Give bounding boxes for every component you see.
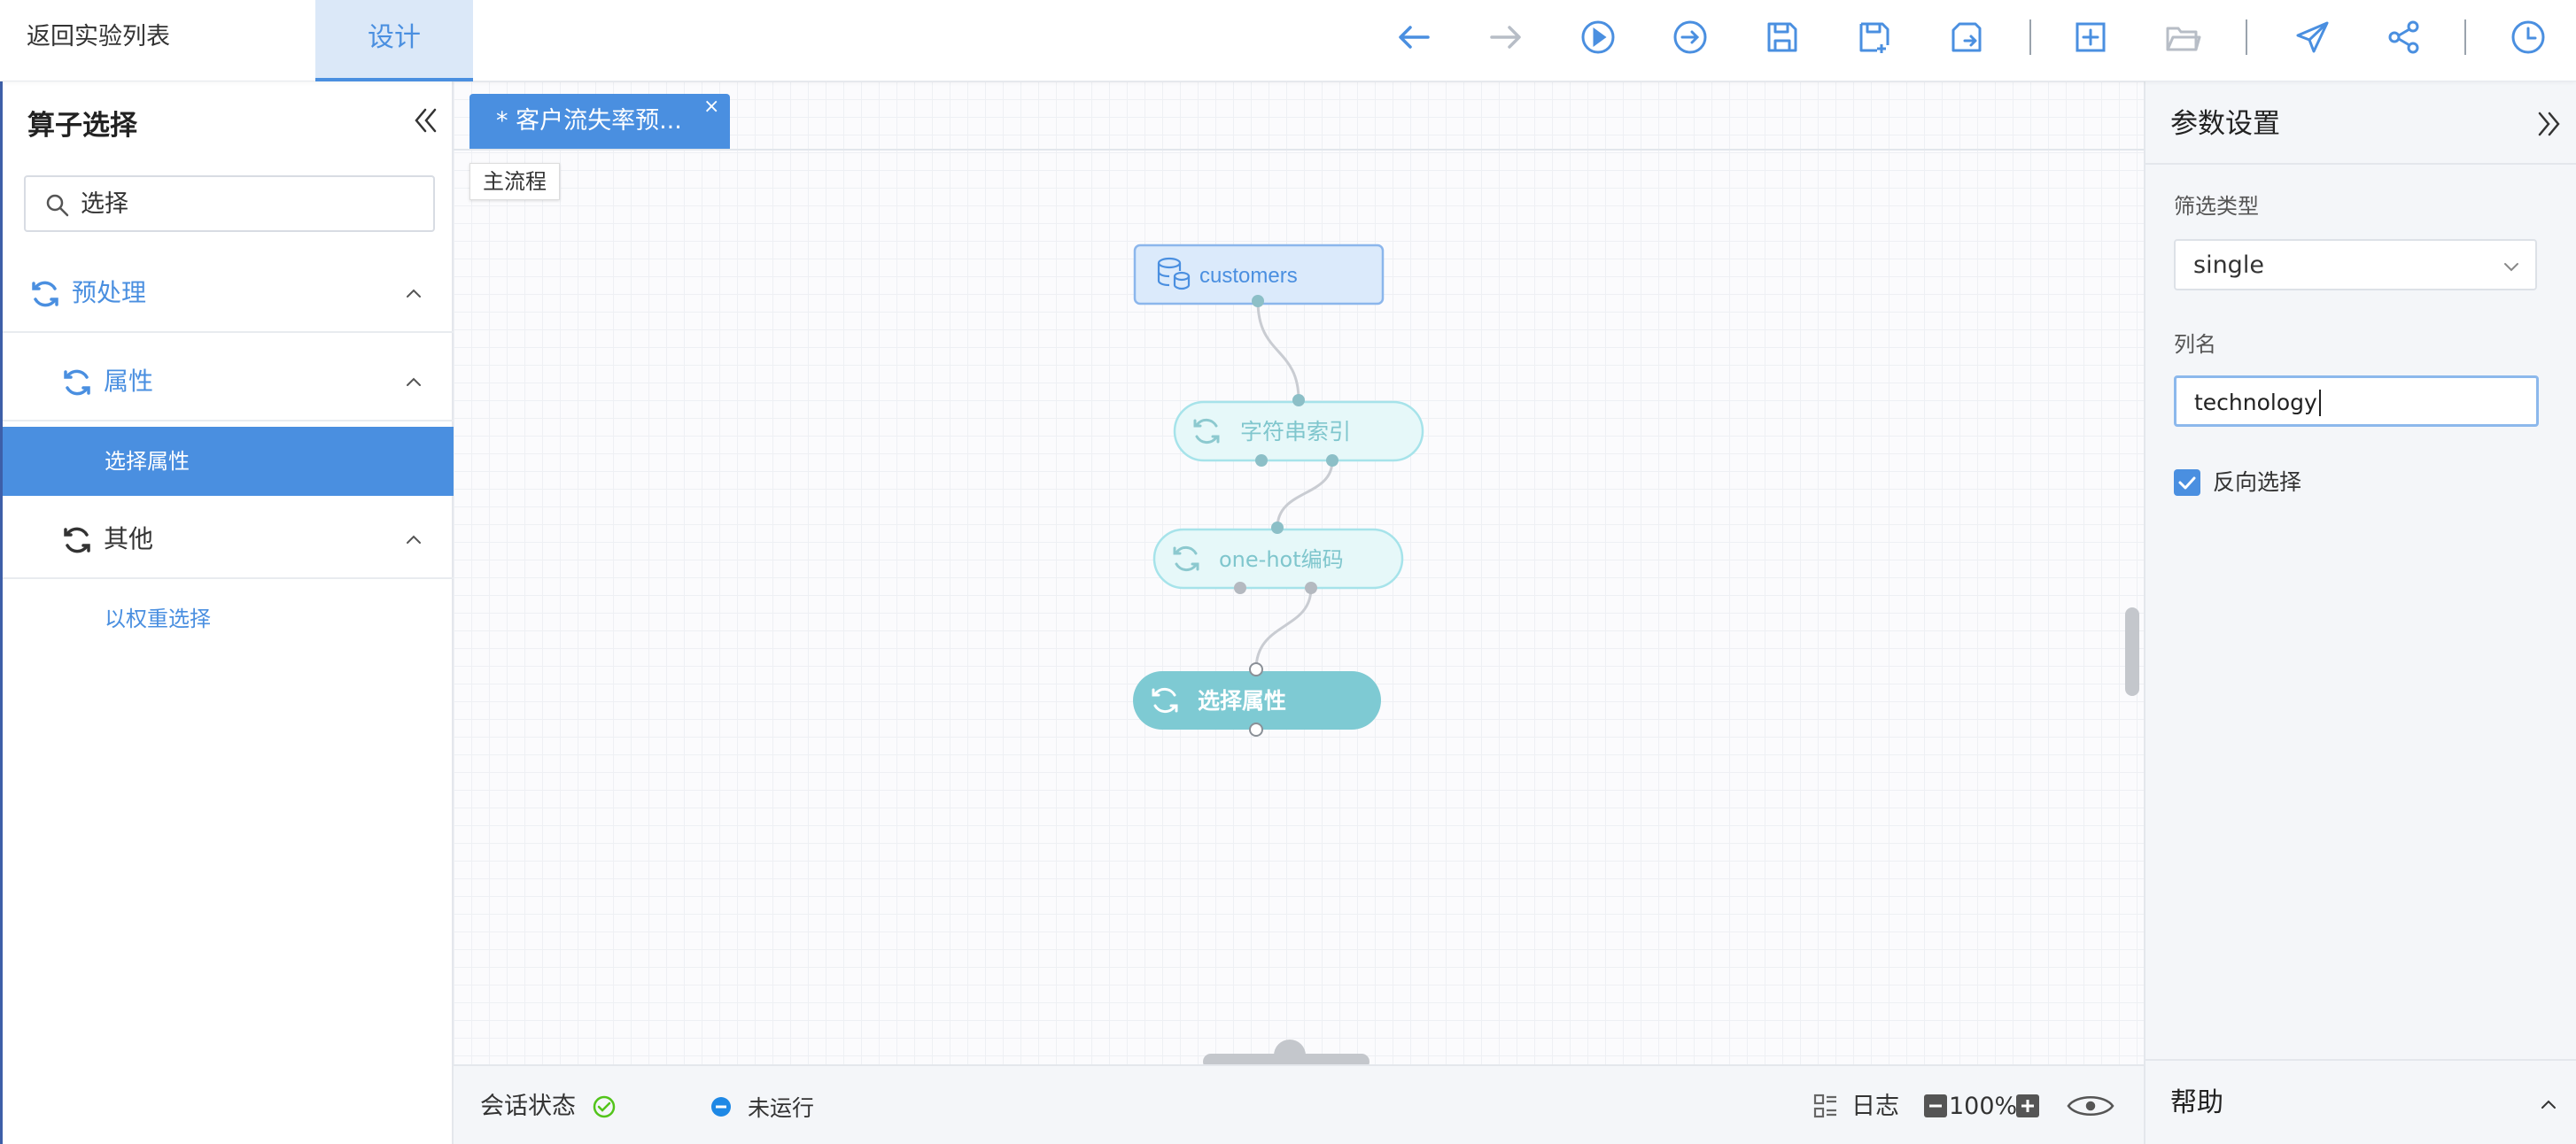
node-select-attributes-label: 选择属性: [1198, 688, 1286, 714]
zoom-level: 100%: [1949, 1093, 2018, 1120]
zoom-out-icon[interactable]: [1922, 1093, 1949, 1119]
eye-icon[interactable]: [2066, 1087, 2115, 1125]
help-label: 帮助: [2170, 1087, 2223, 1118]
input-port[interactable]: [1249, 662, 1263, 676]
collapse-left-icon[interactable]: [412, 104, 438, 136]
share-icon[interactable]: [2379, 12, 2429, 62]
panel-divider: [2145, 163, 2576, 165]
status-bar: 会话状态 未运行 日志 100%: [454, 1064, 2144, 1144]
flow-edge: [1254, 587, 1313, 670]
check-circle-icon: [593, 1095, 616, 1118]
save-as-icon[interactable]: [1850, 12, 1899, 62]
column-name-value: technology: [2194, 390, 2317, 415]
search-value: 选择: [81, 190, 128, 218]
chevron-down-icon: [2504, 263, 2518, 272]
parameter-panel: 参数设置 筛选类型 single 列名 technology 反向选择 帮助: [2144, 81, 2576, 1144]
history-icon[interactable]: [2503, 12, 2553, 62]
save-icon[interactable]: [1757, 12, 1807, 62]
tree-leaf-select-attributes[interactable]: 选择属性: [3, 427, 454, 496]
output-port[interactable]: [1305, 582, 1317, 594]
output-port[interactable]: [1255, 454, 1268, 467]
back-to-experiments-link[interactable]: 返回实验列表: [27, 19, 170, 55]
column-name-input[interactable]: technology: [2174, 375, 2539, 427]
tree-group-label: 预处理: [72, 278, 147, 307]
node-string-index[interactable]: 字符串索引: [1173, 394, 1424, 467]
tree-sub-other[interactable]: 其他: [3, 501, 454, 579]
tree-sub-label: 属性: [104, 367, 154, 396]
invert-selection-label[interactable]: 反向选择: [2213, 468, 2301, 498]
filter-type-select[interactable]: single: [2174, 239, 2537, 290]
publish-icon[interactable]: [2287, 12, 2337, 62]
filter-type-value: single: [2193, 251, 2264, 279]
run-from-here-icon[interactable]: [1665, 12, 1715, 62]
invert-selection-checkbox[interactable]: [2174, 469, 2200, 496]
toolbar-divider: [2464, 19, 2466, 55]
output-port[interactable]: [1252, 295, 1264, 307]
chevron-up-icon: [407, 289, 421, 298]
not-running-icon: [711, 1097, 731, 1117]
toolbar-divider: [2246, 19, 2247, 55]
refresh-icon: [64, 527, 90, 553]
text-caret: [2319, 390, 2321, 416]
node-onehot[interactable]: one-hot编码: [1152, 522, 1404, 594]
column-name-label: 列名: [2174, 332, 2216, 357]
export-icon[interactable]: [1942, 12, 1991, 62]
help-section[interactable]: 帮助: [2145, 1059, 2576, 1144]
run-icon[interactable]: [1573, 12, 1623, 62]
add-icon[interactable]: [2066, 12, 2115, 62]
search-icon: [46, 194, 69, 217]
tree-leaf-label: 选择属性: [105, 449, 190, 474]
flow-edge: [1256, 300, 1300, 401]
check-icon: [2178, 476, 2196, 490]
vertical-scrollbar[interactable]: [2125, 607, 2139, 696]
session-status-label: 会话状态: [480, 1093, 576, 1120]
open-folder-icon[interactable]: [2158, 12, 2207, 62]
collapse-right-icon[interactable]: [2535, 108, 2562, 140]
tree-group-preprocess[interactable]: 预处理: [3, 255, 454, 333]
tab-design[interactable]: 设计: [315, 0, 473, 81]
input-port[interactable]: [1271, 522, 1284, 534]
chevron-up-icon: [407, 535, 421, 544]
output-port[interactable]: [1234, 582, 1246, 594]
refresh-icon: [32, 281, 58, 307]
output-port[interactable]: [1326, 454, 1338, 467]
toolbar-divider: [2029, 19, 2031, 55]
node-onehot-label: one-hot编码: [1219, 547, 1344, 572]
operator-panel-title: 算子选择: [27, 110, 137, 142]
flow-graph: customers 字符串索引 one-hot编码 选择属性: [1133, 243, 1424, 737]
log-label[interactable]: 日志: [1851, 1089, 1899, 1125]
operator-search-input[interactable]: 选择: [24, 175, 435, 232]
node-string-index-label: 字符串索引: [1240, 419, 1351, 444]
tree-sub-label: 其他: [104, 524, 154, 553]
node-select-attributes[interactable]: 选择属性: [1133, 662, 1381, 737]
node-customers[interactable]: customers: [1133, 243, 1385, 307]
output-port[interactable]: [1249, 723, 1263, 737]
operator-panel: 算子选择 选择 预处理 属性 选择属性 其他 以权重选择: [0, 81, 454, 1144]
refresh-icon: [64, 369, 90, 396]
parameter-panel-title: 参数设置: [2170, 108, 2280, 140]
log-icon[interactable]: [1812, 1093, 1839, 1119]
tree-leaf-label: 以权重选择: [105, 607, 211, 631]
tree-leaf-weight-select[interactable]: 以权重选择: [3, 584, 454, 653]
scroll-knob[interactable]: [1274, 1040, 1306, 1064]
chevron-up-icon: [2541, 1100, 2556, 1109]
filter-type-label: 筛选类型: [2174, 194, 2259, 219]
node-customers-label: customers: [1199, 264, 1298, 288]
chevron-up-icon: [407, 377, 421, 386]
flow-edge: [1276, 460, 1334, 529]
top-bar: 返回实验列表 设计: [0, 0, 2576, 81]
run-status: 未运行: [748, 1095, 815, 1121]
tree-sub-attributes[interactable]: 属性: [3, 344, 454, 421]
input-port[interactable]: [1292, 394, 1305, 406]
undo-icon[interactable]: [1389, 12, 1439, 62]
zoom-in-icon[interactable]: [2014, 1093, 2041, 1119]
flow-canvas[interactable]: * 客户流失率预... × 主流程 customers 字符串索引 one-ho…: [454, 81, 2144, 1064]
redo-icon[interactable]: [1481, 12, 1531, 62]
